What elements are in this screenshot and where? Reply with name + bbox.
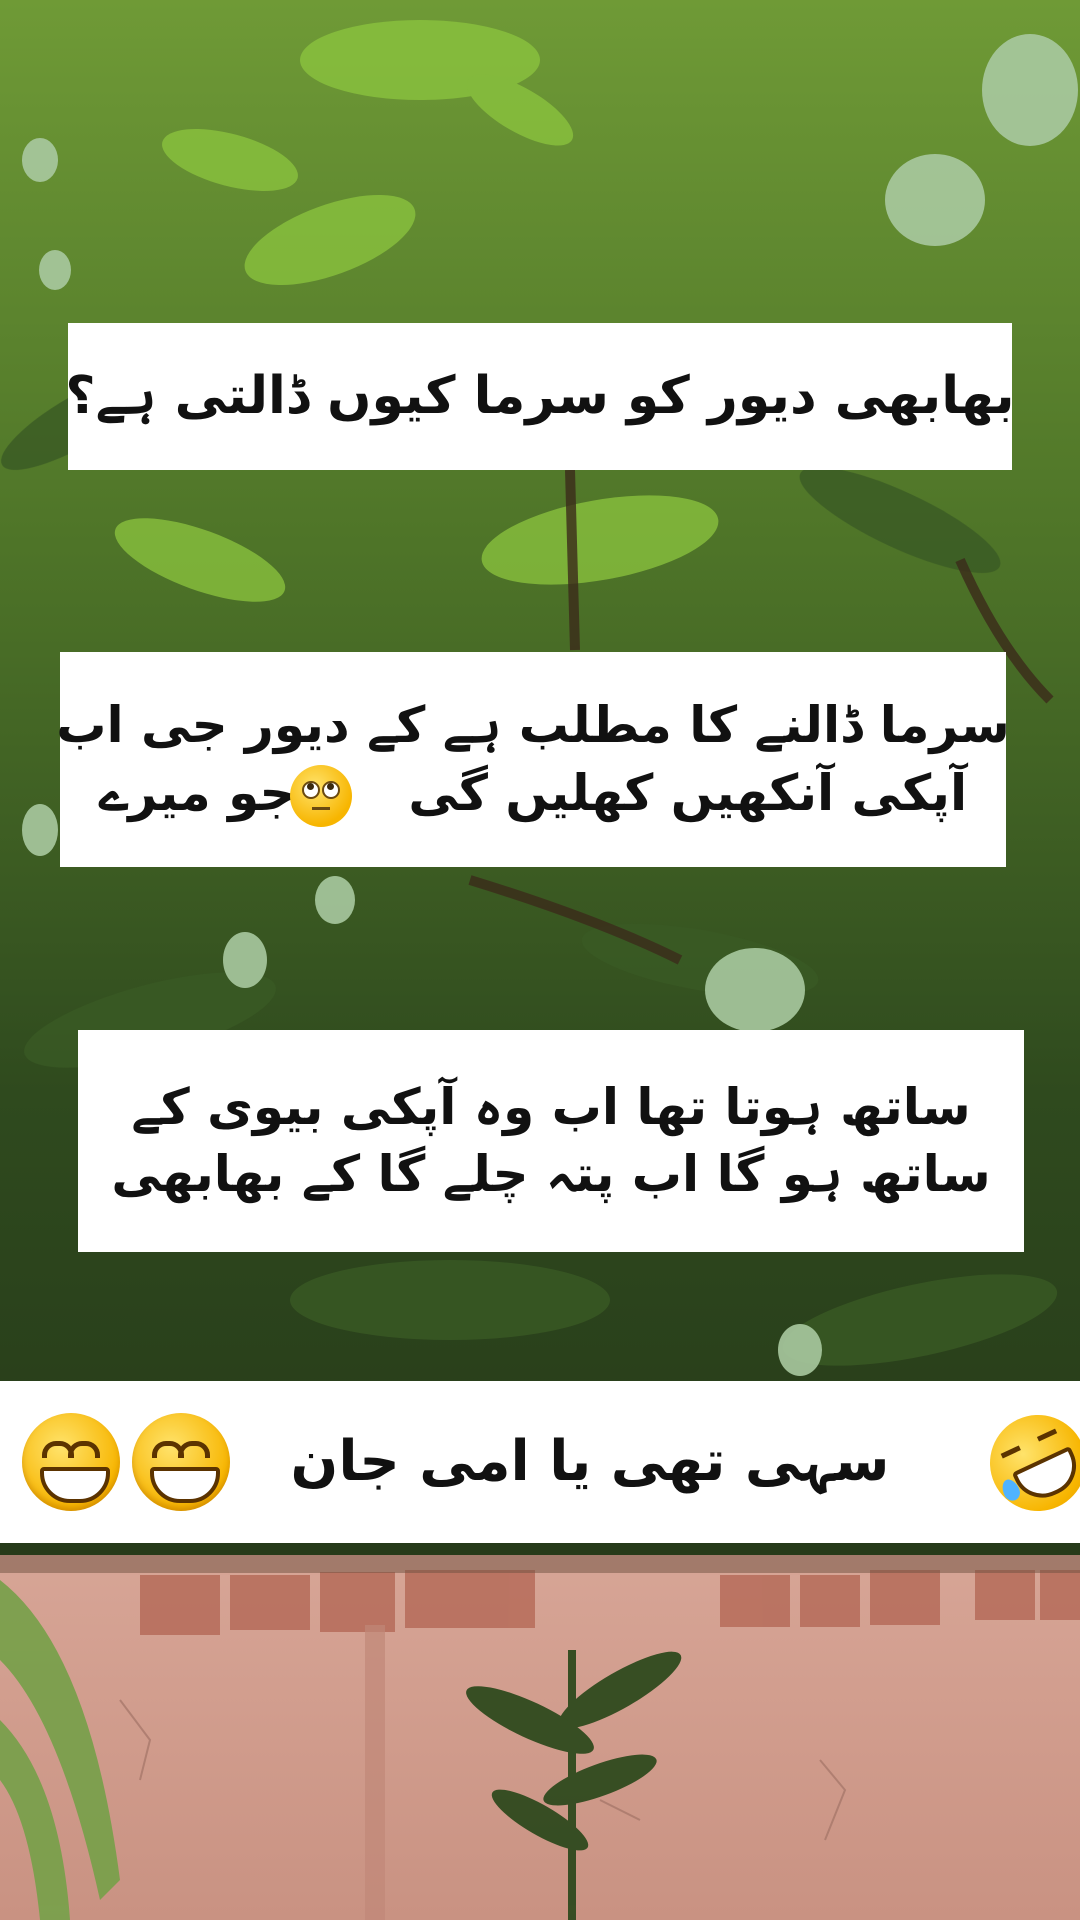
grinning-face-icon bbox=[132, 1413, 230, 1511]
answer-line-2-end: جو میرے bbox=[98, 763, 296, 822]
background-photo bbox=[0, 0, 1080, 1920]
answer-line-1: سرما ڈالنے کا مطلب ہے کے دیور جی اب bbox=[56, 696, 1010, 754]
grinning-face-icon bbox=[22, 1413, 120, 1511]
answer-line-4: ساتھ ہو گا اب پتہ چلے گا کے بھابھی bbox=[111, 1145, 991, 1203]
answer-line-2-start: آپکی آنکھیں کھلیں گی bbox=[408, 763, 968, 822]
answer-line-2: آپکی آنکھیں کھلیں گی جو میرے bbox=[98, 760, 968, 827]
rolling-on-floor-laughing-icon bbox=[974, 1399, 1080, 1527]
face-with-rolling-eyes-icon bbox=[289, 765, 383, 827]
final-caption: سہی تھی یا امی جان bbox=[0, 1381, 1080, 1543]
answer-caption-1: سرما ڈالنے کا مطلب ہے کے دیور جی اب آپکی… bbox=[56, 652, 1010, 867]
answer-caption-2: ساتھ ہوتا تھا اب وہ آپکی بیوی کے ساتھ ہو… bbox=[78, 1030, 1024, 1252]
final-text: سہی تھی یا امی جان bbox=[290, 1429, 890, 1495]
question-text: بھابھی دیور کو سرما کیوں ڈالتی ہے؟ bbox=[65, 366, 1015, 427]
answer-line-3: ساتھ ہوتا تھا اب وہ آپکی بیوی کے bbox=[131, 1077, 971, 1136]
question-caption: بھابھی دیور کو سرما کیوں ڈالتی ہے؟ bbox=[65, 323, 1015, 470]
